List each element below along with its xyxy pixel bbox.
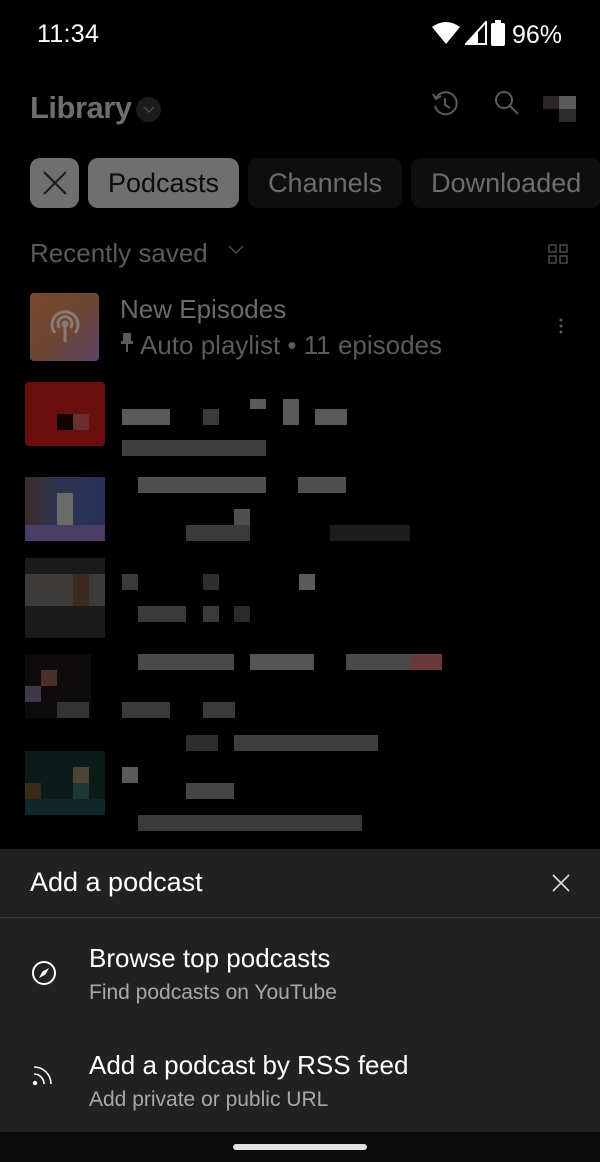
redacted-text	[138, 815, 362, 831]
add-podcast-sheet: Add a podcast Browse top podcasts Find p…	[0, 849, 600, 1132]
close-icon	[42, 171, 67, 195]
list-item-redacted[interactable]	[0, 735, 600, 835]
redacted-text	[250, 654, 314, 670]
chevron-down-icon[interactable]	[228, 242, 244, 260]
redacted-text	[283, 399, 299, 425]
library-header: Library	[0, 80, 600, 136]
home-gesture-handle[interactable]	[233, 1144, 367, 1150]
redacted-text	[234, 735, 378, 751]
redacted-text	[299, 574, 315, 590]
redacted-text	[186, 783, 234, 799]
option-title: Browse top podcasts	[89, 943, 331, 973]
redacted-text	[234, 606, 250, 622]
more-vert-icon[interactable]	[558, 318, 564, 339]
battery-icon	[490, 20, 505, 51]
redacted-text	[186, 735, 218, 751]
option-subtitle: Add private or public URL	[89, 1088, 329, 1111]
redacted-text	[122, 702, 170, 718]
sheet-title: Add a podcast	[30, 867, 203, 897]
history-icon[interactable]	[430, 89, 460, 124]
option-subtitle: Find podcasts on YouTube	[89, 981, 337, 1004]
redacted-text	[298, 477, 346, 493]
add-by-rss-feed-option[interactable]: Add a podcast by RSS feed Add private or…	[0, 1036, 600, 1126]
list-item-new-episodes[interactable]: New Episodes Auto playlist • 11 episodes	[0, 290, 600, 365]
system-nav-bar	[0, 1132, 600, 1162]
sort-row: Recently saved	[30, 236, 570, 272]
redacted-text	[346, 654, 410, 670]
page-title[interactable]: Library	[30, 90, 132, 126]
grid-view-icon[interactable]	[548, 244, 568, 269]
item-thumbnail	[25, 654, 91, 718]
close-icon[interactable]	[552, 874, 570, 897]
sort-dropdown[interactable]: Recently saved	[30, 238, 208, 269]
list-item-redacted[interactable]	[0, 654, 600, 724]
redacted-text	[330, 525, 410, 541]
list-item-redacted[interactable]	[0, 382, 600, 456]
redacted-text	[122, 574, 138, 590]
library-dropdown-button[interactable]	[136, 97, 161, 122]
wifi-icon	[431, 21, 461, 50]
battery-percent: 96%	[511, 21, 562, 49]
rss-feed-icon	[32, 1064, 54, 1091]
redacted-text	[138, 654, 234, 670]
option-title: Add a podcast by RSS feed	[89, 1050, 409, 1080]
cell-signal-icon	[463, 19, 487, 50]
playlist-thumbnail	[30, 293, 99, 361]
redacted-text	[203, 702, 235, 718]
status-time: 11:34	[37, 20, 100, 48]
item-thumbnail	[25, 382, 105, 446]
redacted-text	[410, 654, 442, 670]
chevron-down-icon	[142, 105, 155, 113]
filter-chips: Podcasts Channels Downloaded	[30, 158, 600, 208]
account-avatar[interactable]	[543, 96, 577, 127]
clear-filter-button[interactable]	[30, 158, 79, 208]
podcast-icon	[50, 310, 79, 342]
search-icon[interactable]	[493, 89, 521, 122]
status-bar: 11:34 96%	[0, 0, 600, 75]
list-item-title: New Episodes	[120, 294, 287, 324]
redacted-text	[138, 477, 266, 493]
divider	[0, 917, 600, 918]
browse-top-podcasts-option[interactable]: Browse top podcasts Find podcasts on You…	[0, 929, 600, 1019]
redacted-text	[122, 440, 266, 456]
list-item-redacted[interactable]	[0, 558, 600, 638]
chip-podcasts[interactable]: Podcasts	[88, 158, 240, 208]
status-icons: 96%	[431, 19, 562, 51]
redacted-text	[234, 509, 250, 525]
list-item-redacted[interactable]	[0, 477, 600, 547]
item-thumbnail	[25, 477, 105, 541]
redacted-text	[315, 409, 347, 425]
redacted-text	[203, 574, 219, 590]
chip-channels[interactable]: Channels	[248, 158, 403, 208]
redacted-text	[122, 767, 138, 783]
redacted-text	[203, 606, 219, 622]
item-thumbnail	[25, 751, 105, 815]
redacted-text	[250, 399, 266, 409]
item-thumbnail	[25, 558, 105, 638]
chip-downloaded[interactable]: Downloaded	[411, 158, 600, 208]
list-item-subtitle: Auto playlist • 11 episodes	[140, 330, 443, 360]
redacted-text	[122, 409, 170, 425]
redacted-text	[138, 606, 186, 622]
redacted-text	[186, 525, 250, 541]
compass-icon	[30, 959, 58, 992]
redacted-text	[203, 409, 219, 425]
pin-icon	[120, 330, 134, 361]
list-item-subtitle-row: Auto playlist • 11 episodes	[120, 330, 442, 361]
